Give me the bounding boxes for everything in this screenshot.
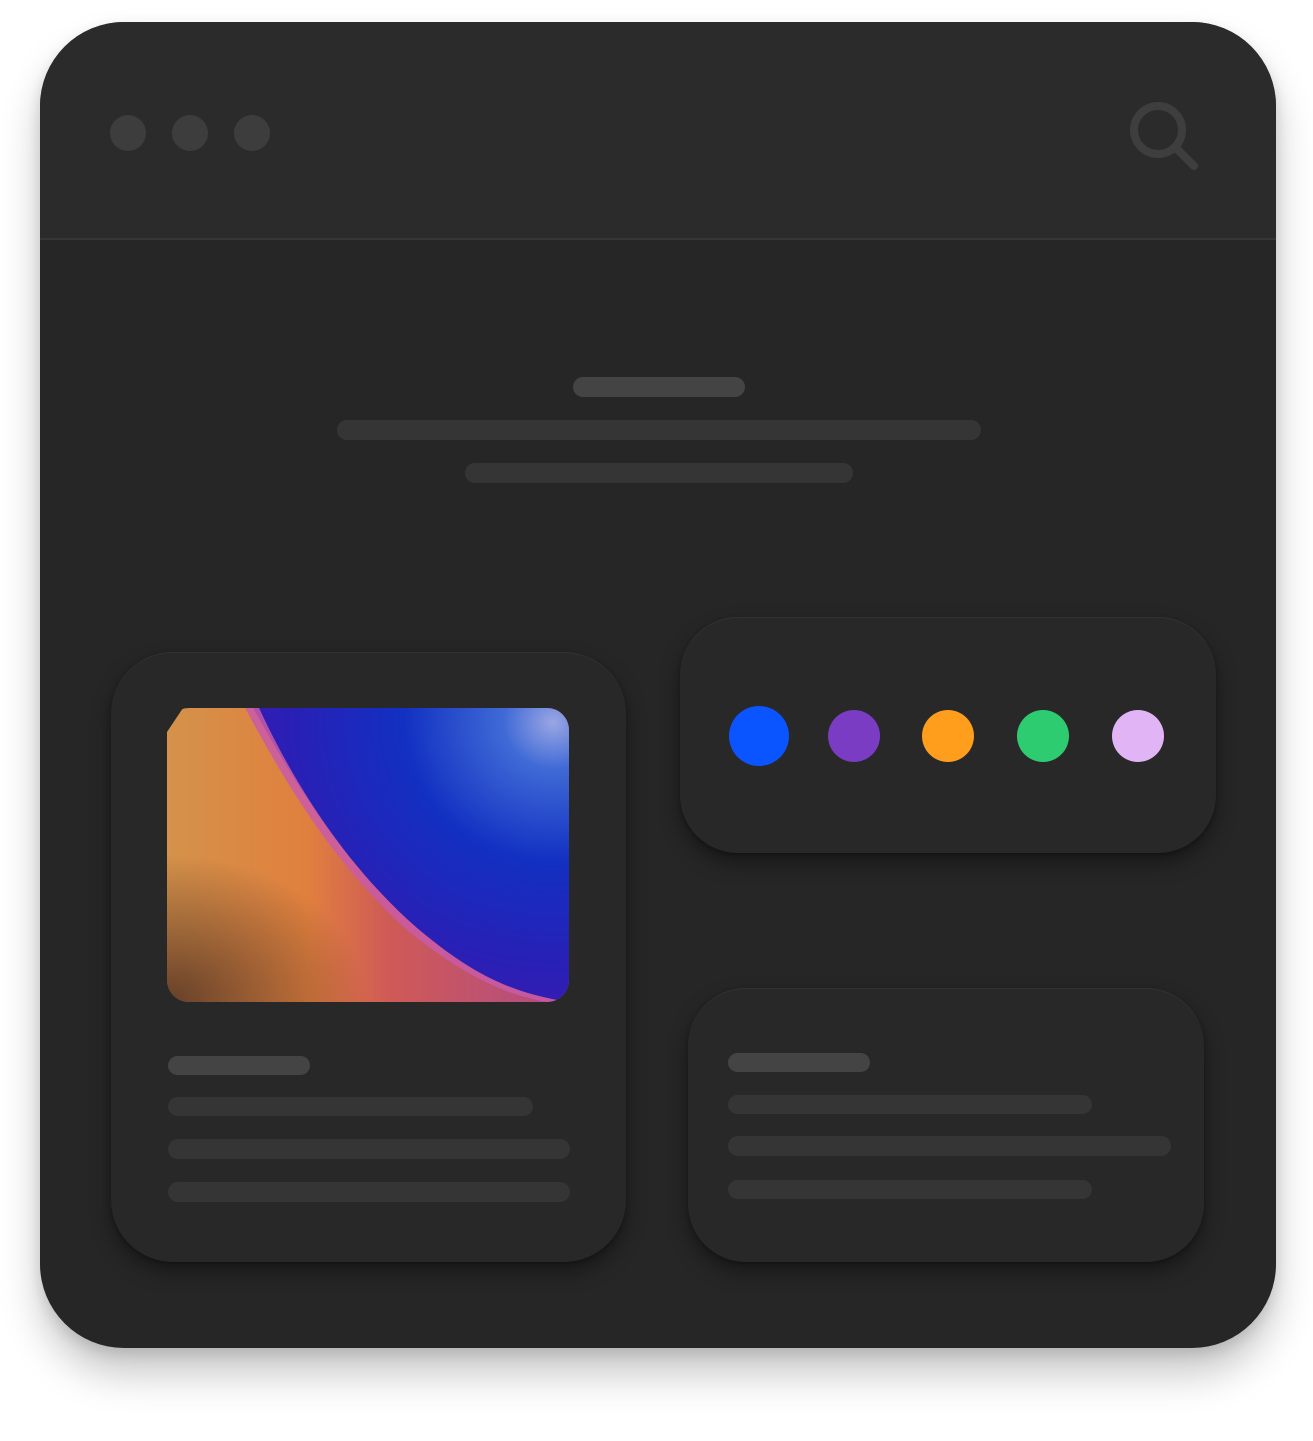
card-text-placeholder <box>728 1180 1092 1199</box>
title-bar <box>40 22 1276 240</box>
card-text-placeholder <box>728 1136 1171 1156</box>
color-swatch-lavender[interactable] <box>1112 710 1164 762</box>
card-text-placeholder <box>168 1097 533 1116</box>
page-subtitle-placeholder <box>337 420 981 440</box>
card-text-placeholder <box>728 1095 1092 1114</box>
card-title-placeholder <box>728 1053 870 1072</box>
window-control-maximize[interactable] <box>234 115 270 151</box>
gradient-artwork <box>167 708 569 1002</box>
search-button[interactable] <box>1128 100 1204 176</box>
app-window <box>40 22 1276 1348</box>
color-swatch-orange[interactable] <box>922 710 974 762</box>
hero-image <box>167 708 569 1002</box>
card-text-placeholder <box>168 1139 570 1159</box>
text-card[interactable] <box>688 988 1204 1262</box>
color-palette-card <box>680 617 1216 853</box>
card-title-placeholder <box>168 1056 310 1075</box>
window-control-minimize[interactable] <box>172 115 208 151</box>
page-subtitle-placeholder <box>465 463 853 483</box>
page-title-placeholder <box>573 377 745 397</box>
color-swatch-purple[interactable] <box>828 710 880 762</box>
search-icon <box>1130 102 1198 170</box>
color-swatch-blue[interactable] <box>729 706 789 766</box>
feature-card[interactable] <box>111 652 626 1262</box>
card-text-placeholder <box>168 1182 570 1202</box>
window-control-close[interactable] <box>110 115 146 151</box>
color-swatch-green[interactable] <box>1017 710 1069 762</box>
